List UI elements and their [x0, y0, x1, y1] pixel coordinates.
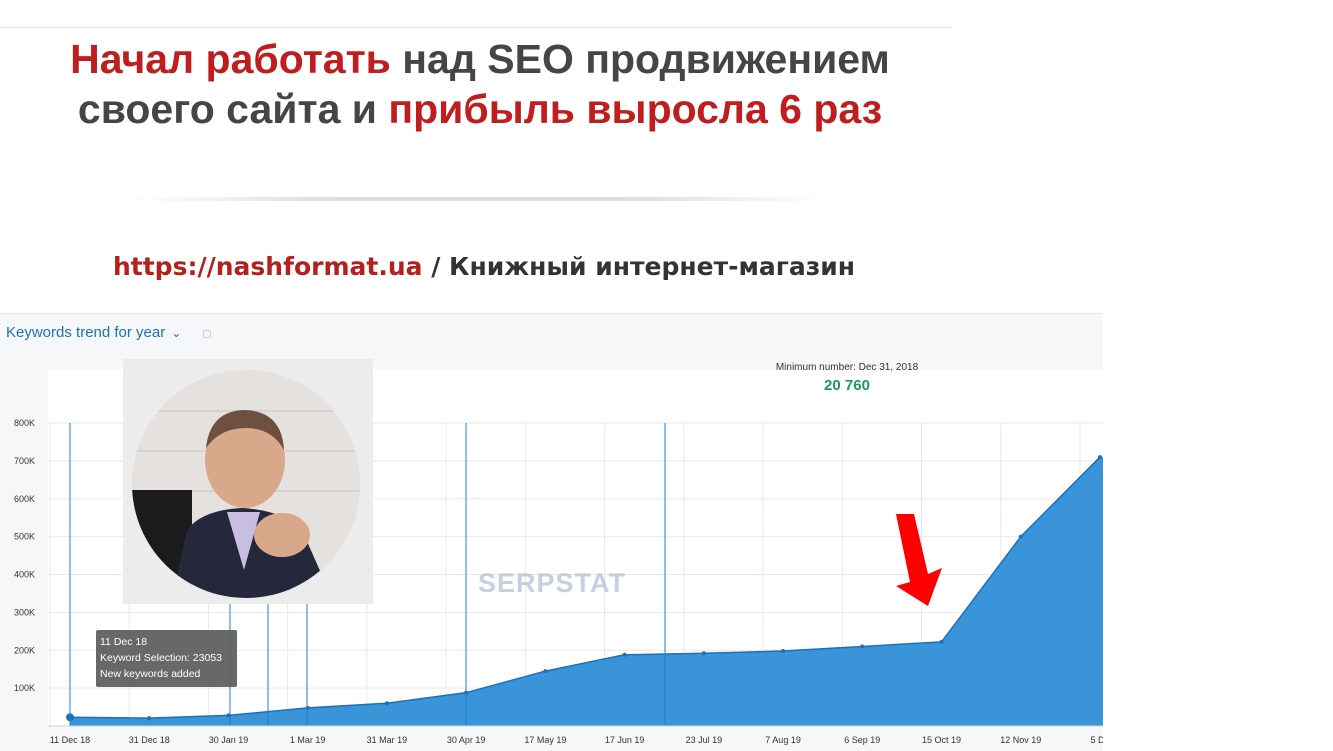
x-tick-label: 15 Oct 19 — [922, 735, 961, 745]
site-description: / Книжный интернет-магазин — [422, 252, 856, 281]
y-tick-label: 800K — [14, 418, 35, 428]
tooltip-date: 11 Dec 18 — [100, 636, 148, 648]
tooltip-selection: Keyword Selection: 23053 — [100, 652, 222, 664]
y-tick-label: 100K — [14, 683, 35, 693]
data-point — [622, 652, 627, 657]
headline-line-2: своего сайта и прибыль выросла 6 раз — [0, 84, 960, 134]
x-tick-label: 5 De — [1090, 735, 1103, 745]
chart-title-dropdown[interactable]: Keywords trend for year ⌄ — [6, 324, 181, 341]
chart-tooltip: 11 Dec 18 Keyword Selection: 23053 New k… — [96, 630, 237, 687]
data-point — [1098, 455, 1102, 460]
data-point — [543, 669, 548, 674]
headline-red-2: прибыль выросла 6 раз — [388, 86, 883, 132]
minimum-number-box: Minimum number: Dec 31, 2018 20 760 — [747, 362, 947, 394]
x-tick-label: 11 Dec 18 — [50, 735, 90, 745]
x-tick-label: 6 Sep 19 — [844, 735, 880, 745]
site-line: https://nashformat.ua / Книжный интернет… — [0, 252, 968, 281]
headline-red-1: Начал работать — [70, 36, 391, 82]
x-tick-label: 31 Dec 18 — [129, 735, 170, 745]
red-arrow-icon — [896, 514, 942, 606]
data-point — [305, 705, 310, 710]
headline-rest-1: над SEO продвижением — [390, 36, 890, 82]
y-tick-label: 200K — [14, 645, 35, 655]
data-point — [384, 701, 389, 706]
headline-line-1: Начал работать над SEO продвижением — [0, 34, 960, 84]
data-point — [1018, 534, 1023, 539]
chevron-down-icon[interactable]: ⌄ — [171, 326, 181, 340]
data-point — [860, 644, 865, 649]
x-tick-label: 17 May 19 — [524, 735, 566, 745]
data-point — [939, 639, 944, 644]
headline: Начал работать над SEO продвижением свое… — [0, 34, 960, 134]
author-photo — [132, 370, 360, 598]
minimum-number-value: 20 760 — [824, 377, 870, 394]
x-tick-label: 30 Jan 19 — [209, 735, 249, 745]
y-tick-label: 400K — [14, 570, 35, 580]
site-url[interactable]: https://nashformat.ua — [113, 252, 423, 281]
x-tick-label: 23 Jul 19 — [686, 735, 723, 745]
x-tick-label: 12 Nov 19 — [1000, 735, 1041, 745]
y-tick-label: 300K — [14, 607, 35, 617]
person-photo-illustration — [132, 370, 360, 598]
x-tick-label: 7 Aug 19 — [765, 735, 801, 745]
serpstat-watermark: SERPSTAT — [478, 568, 627, 598]
y-tick-label: 500K — [14, 532, 35, 542]
x-tick-label: 1 Mar 19 — [290, 735, 326, 745]
x-tick-label: 17 Jun 19 — [605, 735, 645, 745]
x-tick-label: 31 Mar 19 — [367, 735, 408, 745]
chart-title: Keywords trend for year — [6, 324, 166, 341]
info-icon[interactable] — [203, 330, 211, 338]
data-point — [701, 651, 706, 656]
keywords-trend-card: Keywords trend for year ⌄ 100K 200K 300K 400… — [0, 313, 1103, 751]
data-point — [781, 649, 786, 654]
y-tick-label: 700K — [14, 456, 35, 466]
y-tick-label: 600K — [14, 494, 35, 504]
x-tick-label: 30 Apr 19 — [447, 735, 486, 745]
mid-divider — [130, 197, 830, 201]
tooltip-note: New keywords added — [100, 668, 201, 680]
minimum-number-label: Minimum number: Dec 31, 2018 — [775, 362, 919, 373]
data-point — [147, 716, 152, 721]
headline-rest-2: своего сайта и — [77, 86, 389, 132]
top-divider — [0, 27, 952, 28]
photo-frame — [123, 359, 373, 604]
